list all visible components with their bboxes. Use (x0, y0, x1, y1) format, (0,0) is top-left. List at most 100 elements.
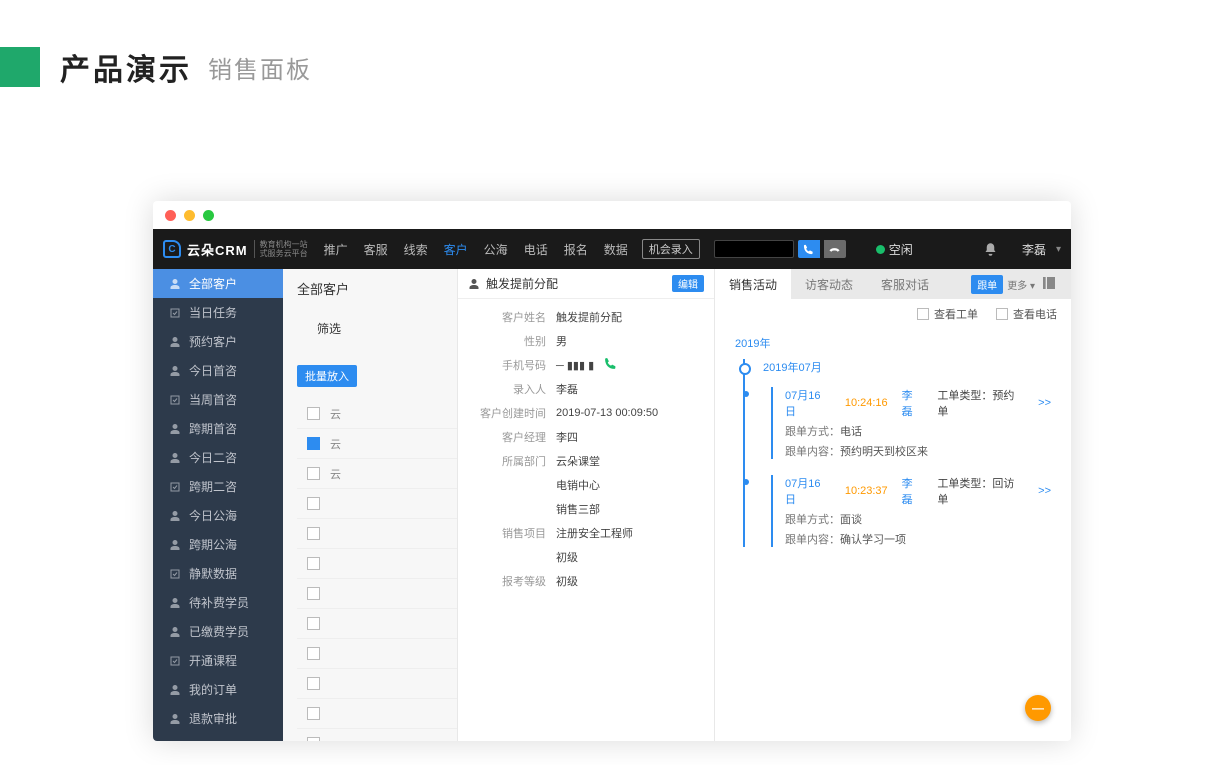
detail-value: 电销中心 (556, 477, 600, 493)
timeline: 2019年 2019年07月 07月16日10:24:16李磊工单类型：预约单>… (715, 329, 1071, 569)
opportunity-button[interactable]: 机会录入 (642, 239, 700, 259)
row-checkbox[interactable] (307, 677, 320, 690)
main-area: 全部客户 筛选 批量放入 云云云 触发提前分配 编辑 客户姓名触发提前分配性别男… (283, 269, 1071, 741)
sidebar-label: 跨期公海 (189, 536, 237, 553)
batch-button[interactable]: 批量放入 (297, 365, 357, 387)
sidebar-item-2[interactable]: 预约客户 (153, 327, 283, 356)
sidebar-item-12[interactable]: 已缴费学员 (153, 617, 283, 646)
detail-row: 电销中心 (468, 473, 704, 497)
row-checkbox[interactable] (307, 617, 320, 630)
sidebar-label: 开通课程 (189, 652, 237, 669)
card-time: 10:24:16 (845, 397, 888, 409)
card-expand[interactable]: >> (1038, 485, 1051, 497)
row-checkbox[interactable] (307, 737, 320, 741)
detail-label: 客户经理 (468, 429, 546, 445)
detail-panel: 触发提前分配 编辑 客户姓名触发提前分配性别男手机号码─ ▮▮▮ ▮录入人李磊客… (457, 269, 715, 741)
row-label: 云 (330, 436, 341, 452)
sidebar-item-4[interactable]: 当周首咨 (153, 385, 283, 414)
sidebar-item-0[interactable]: 全部客户 (153, 269, 283, 298)
nav-item-6[interactable]: 报名 (564, 241, 588, 258)
close-icon[interactable] (165, 210, 176, 221)
sidebar-item-1[interactable]: 当日任务 (153, 298, 283, 327)
more-button[interactable]: 更多 ▾ (1007, 277, 1035, 292)
sidebar-label: 今日公海 (189, 507, 237, 524)
sidebar-label: 我的订单 (189, 681, 237, 698)
card-expand[interactable]: >> (1038, 397, 1051, 409)
row-checkbox[interactable] (307, 647, 320, 660)
timeline-card: 07月16日10:24:16李磊工单类型：预约单>>跟单方式：电话跟单内容：预约… (771, 387, 1051, 459)
sidebar-icon (169, 510, 181, 522)
sidebar-item-13[interactable]: 开通课程 (153, 646, 283, 675)
nav-item-5[interactable]: 电话 (524, 241, 548, 258)
maximize-icon[interactable] (203, 210, 214, 221)
detail-label: 销售项目 (468, 525, 546, 541)
detail-value: 注册安全工程师 (556, 525, 633, 541)
card-date: 07月16日 (785, 475, 831, 507)
username[interactable]: 李磊 (1022, 241, 1046, 258)
row-checkbox[interactable] (307, 707, 320, 720)
sidebar-item-15[interactable]: 退款审批 (153, 704, 283, 733)
sidebar-icon (169, 365, 181, 377)
sidebar-item-3[interactable]: 今日首咨 (153, 356, 283, 385)
detail-value: 初级 (556, 549, 578, 565)
sidebar-label: 退款审批 (189, 710, 237, 727)
sidebar-icon (169, 278, 181, 290)
phone-icon[interactable] (604, 357, 617, 373)
sidebar-item-8[interactable]: 今日公海 (153, 501, 283, 530)
sidebar-icon (169, 568, 181, 580)
sidebar-label: 预约客户 (189, 333, 237, 350)
detail-label: 客户创建时间 (468, 405, 546, 421)
row-checkbox[interactable] (307, 407, 320, 420)
activity-tab-2[interactable]: 客服对话 (867, 269, 943, 299)
sidebar-icon (169, 307, 181, 319)
detail-row: 报考等级初级 (468, 569, 704, 593)
nav-item-0[interactable]: 推广 (324, 241, 348, 258)
row-checkbox[interactable] (307, 587, 320, 600)
sidebar-icon (169, 481, 181, 493)
view-order-checkbox[interactable]: 查看工单 (917, 306, 978, 322)
sidebar-item-6[interactable]: 今日二咨 (153, 443, 283, 472)
minimize-icon[interactable] (184, 210, 195, 221)
detail-value: 男 (556, 333, 567, 349)
sidebar-icon (169, 423, 181, 435)
activity-tab-0[interactable]: 销售活动 (715, 269, 791, 299)
sidebar-item-14[interactable]: 我的订单 (153, 675, 283, 704)
sidebar-label: 已缴费学员 (189, 623, 249, 640)
nav-item-2[interactable]: 线索 (404, 241, 428, 258)
status-text: 空闲 (889, 241, 913, 258)
nav-item-3[interactable]: 客户 (444, 241, 468, 258)
nav-item-1[interactable]: 客服 (364, 241, 388, 258)
sidebar-item-10[interactable]: 静默数据 (153, 559, 283, 588)
page-title-row: 产品演示 销售面板 (0, 45, 1210, 89)
detail-value: 2019-07-13 00:09:50 (556, 407, 658, 419)
phone-input[interactable] (714, 240, 794, 258)
panel-collapse-icon[interactable] (1041, 275, 1063, 294)
activity-tab-1[interactable]: 访客动态 (791, 269, 867, 299)
row-checkbox[interactable] (307, 467, 320, 480)
detail-label: 客户姓名 (468, 309, 546, 325)
sidebar-item-7[interactable]: 跨期二咨 (153, 472, 283, 501)
sidebar-label: 跨期二咨 (189, 478, 237, 495)
hangup-button[interactable] (824, 240, 846, 258)
nav-item-7[interactable]: 数据 (604, 241, 628, 258)
nav-item-4[interactable]: 公海 (484, 241, 508, 258)
view-call-checkbox[interactable]: 查看电话 (996, 306, 1057, 322)
call-button[interactable] (798, 240, 820, 258)
trace-button[interactable]: 跟单 (971, 275, 1003, 294)
chevron-down-icon[interactable]: ▾ (1056, 244, 1061, 255)
row-checkbox[interactable] (307, 557, 320, 570)
edit-button[interactable]: 编辑 (672, 275, 704, 292)
fab-button[interactable]: — (1025, 695, 1051, 721)
bell-icon[interactable] (983, 242, 998, 257)
card-author: 李磊 (902, 475, 924, 507)
sidebar-item-5[interactable]: 跨期首咨 (153, 414, 283, 443)
sidebar-item-9[interactable]: 跨期公海 (153, 530, 283, 559)
row-checkbox[interactable] (307, 497, 320, 510)
sidebar-item-11[interactable]: 待补费学员 (153, 588, 283, 617)
timeline-month: 2019年07月 (763, 359, 1051, 375)
row-checkbox[interactable] (307, 437, 320, 450)
row-checkbox[interactable] (307, 527, 320, 540)
card-detail: 跟单方式：面谈 (785, 511, 1051, 527)
detail-label: 报考等级 (468, 573, 546, 589)
sidebar: 全部客户当日任务预约客户今日首咨当周首咨跨期首咨今日二咨跨期二咨今日公海跨期公海… (153, 269, 283, 741)
